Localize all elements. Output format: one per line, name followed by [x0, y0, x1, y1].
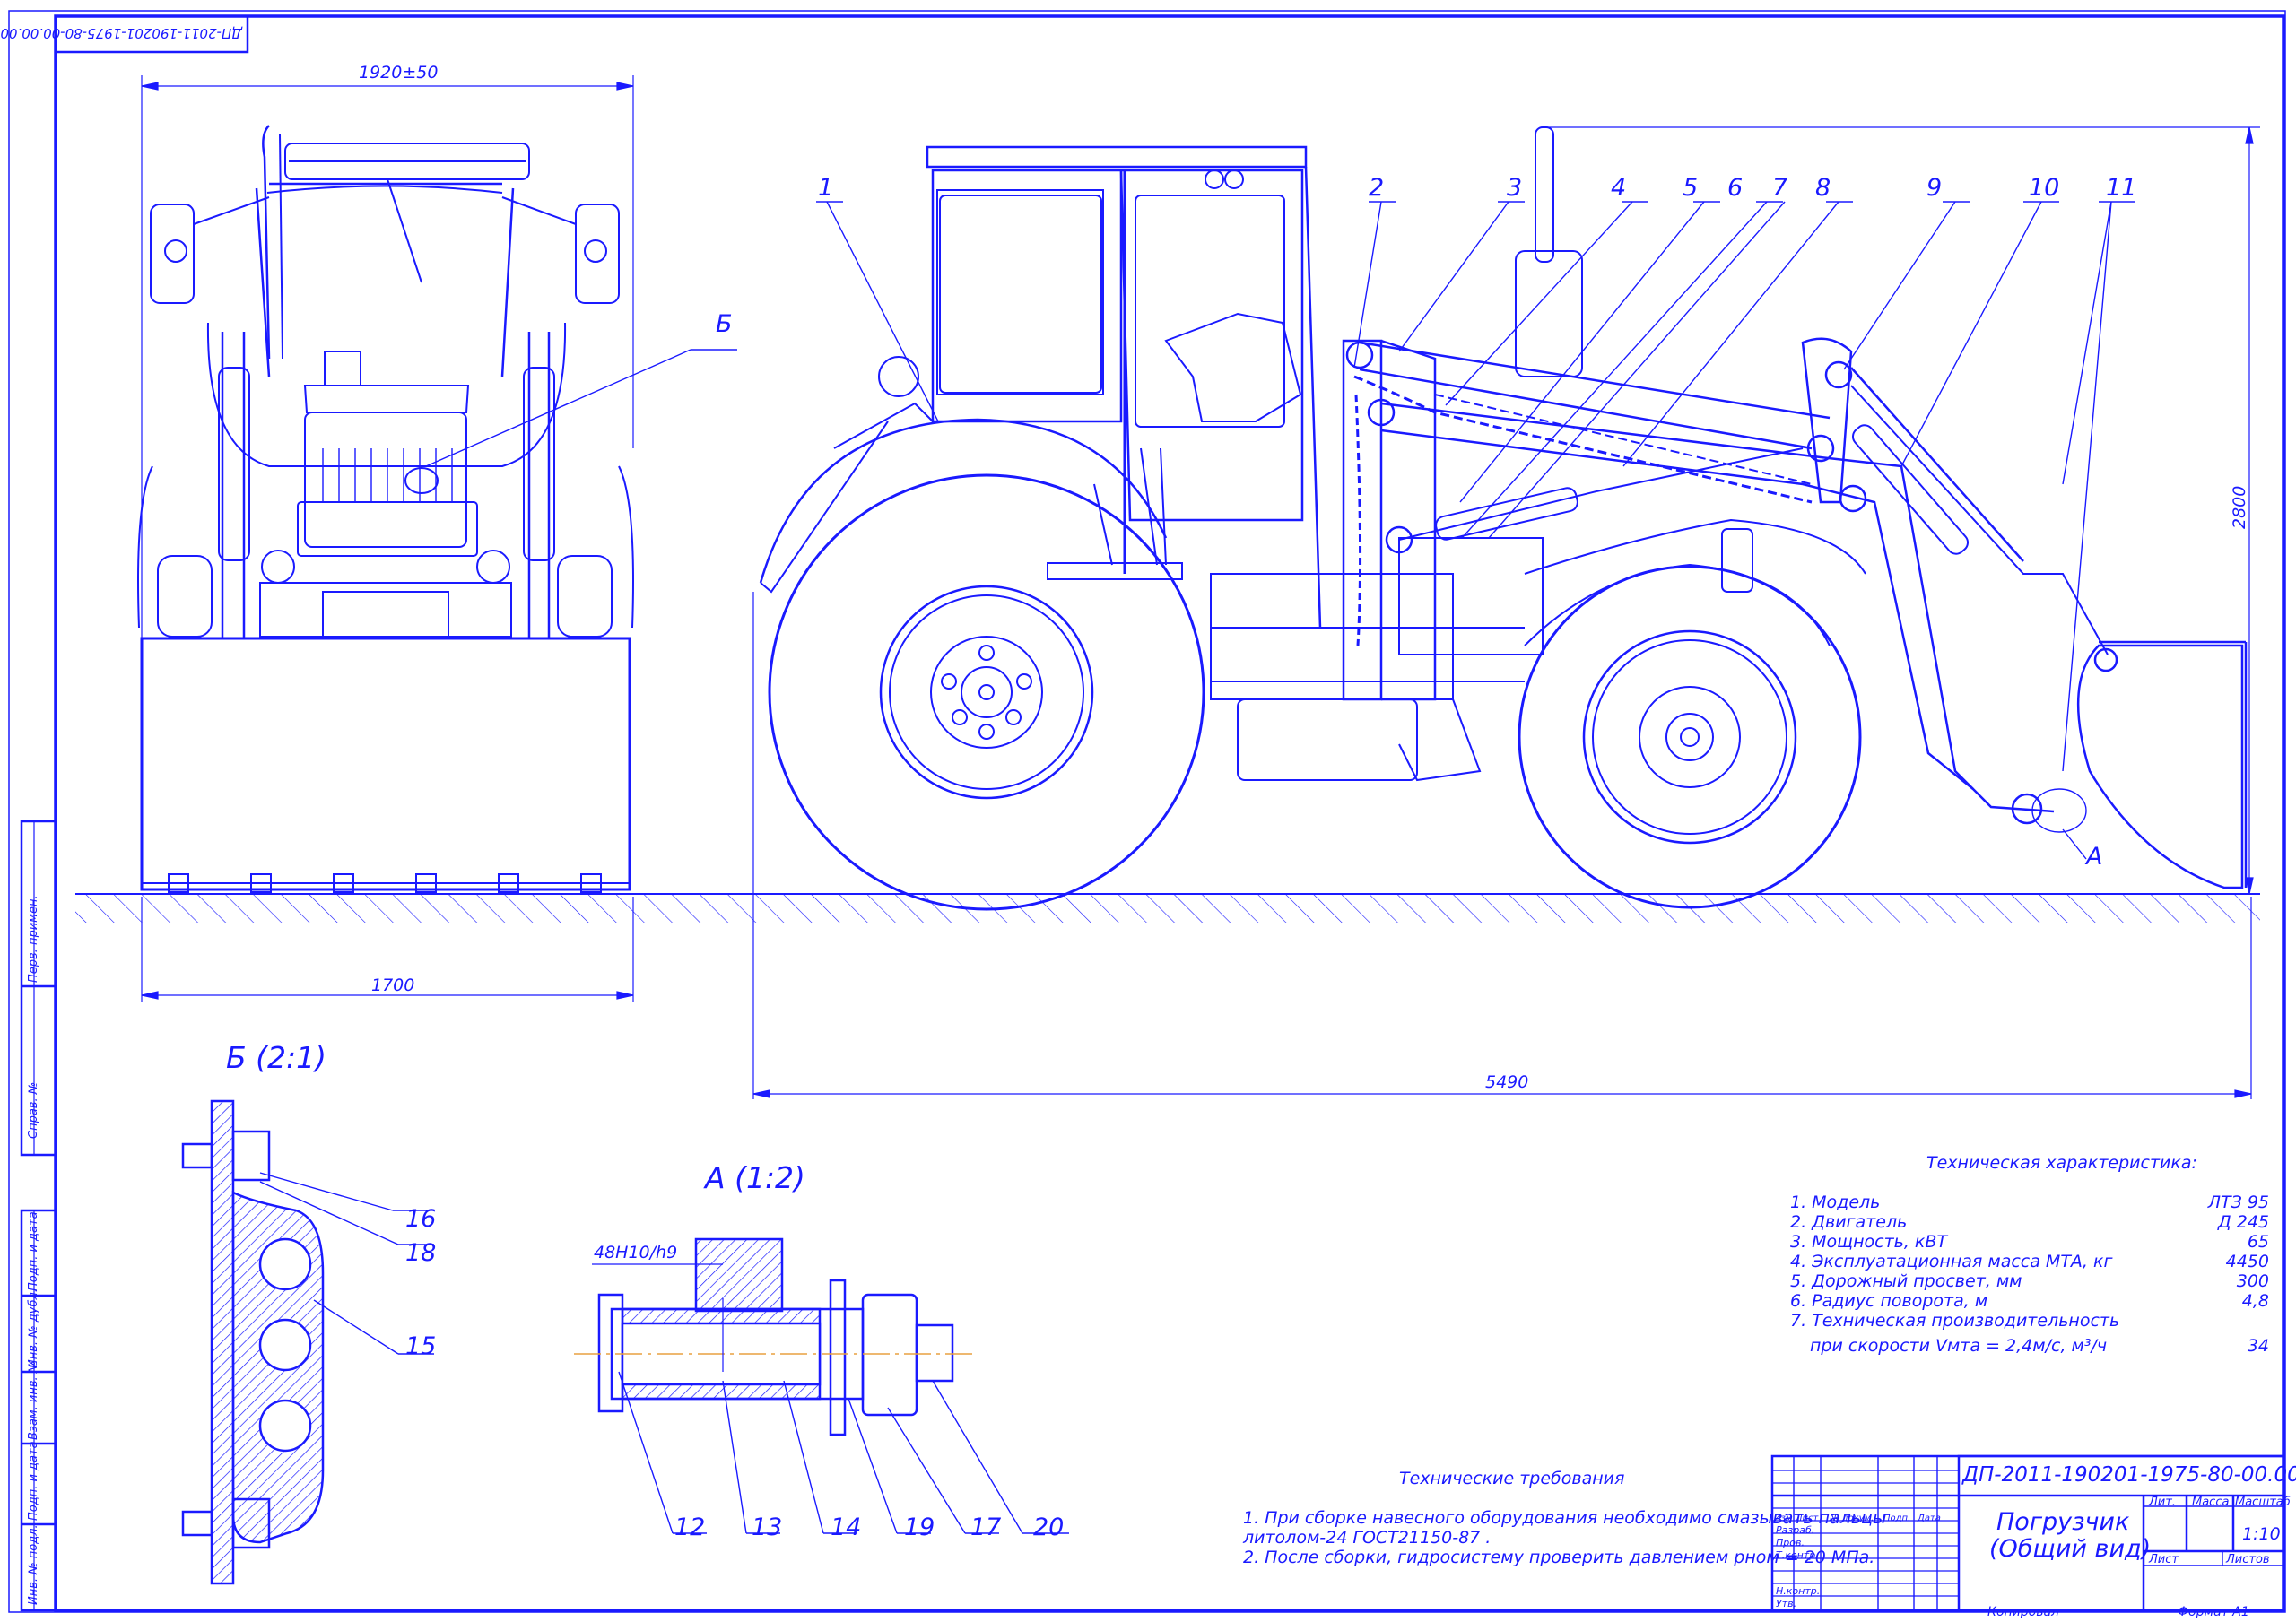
title-name-1: Погрузчик: [1996, 1508, 2130, 1536]
dim-overall-length: 5490: [1485, 1072, 1529, 1092]
tb-role-razrab: Разраб.: [1776, 1524, 1815, 1536]
spec-value: 4450: [2225, 1252, 2269, 1271]
callout-17: 17: [970, 1514, 1002, 1541]
callout-13: 13: [752, 1514, 783, 1541]
callout-15: 15: [405, 1332, 437, 1360]
front-view: [137, 125, 737, 893]
title-scale-value: 1:10: [2242, 1524, 2281, 1544]
detail-a: [574, 1237, 1069, 1534]
tb-header-izm: Изм: [1774, 1514, 1793, 1523]
title-scale-label: Масштаб: [2235, 1496, 2291, 1509]
title-drawing-code: ДП-2011-190201-1975-80-00.00.000 ВО: [1962, 1463, 2296, 1487]
callout-5: 5: [1683, 174, 1699, 202]
dim-front-track: 1700: [371, 976, 415, 995]
drawing-sheet: [8, 10, 2286, 1613]
spec-value: 34: [2247, 1336, 2269, 1356]
dim-overall-height: 2800: [2230, 485, 2249, 529]
title-sheets-label: Листов: [2226, 1553, 2270, 1566]
callout-3: 3: [1507, 174, 1523, 202]
bucket-side: [2076, 640, 2248, 889]
callout-12: 12: [674, 1514, 706, 1541]
format-label: Формат А1: [2178, 1605, 2249, 1619]
spec-value: 300: [2236, 1271, 2269, 1291]
callout-6: 6: [1727, 174, 1744, 202]
stamp-podp-data-2: Подп. и дата: [27, 1441, 40, 1521]
title-mass-label: Масса: [2192, 1496, 2230, 1509]
tb-role-prov: Пров.: [1776, 1537, 1805, 1548]
copied-label: Копировал: [1987, 1605, 2059, 1619]
detail-b: [181, 1099, 434, 1585]
callout-18: 18: [405, 1239, 437, 1267]
callout-2: 2: [1369, 174, 1385, 202]
side-dims: [752, 126, 2260, 1099]
requirement-line: литолом-24 ГОСТ21150-87 .: [1243, 1528, 1492, 1548]
fit-label: 48H10/h9: [594, 1243, 678, 1262]
spec-label: 3. Мощность, кВТ: [1790, 1232, 1948, 1252]
view-label-b: Б: [716, 310, 733, 338]
spec-value: ЛТЗ 95: [2207, 1193, 2269, 1212]
stamp-inv-dubl: Инв. № дубл.: [27, 1288, 40, 1368]
spec-label: 2. Двигатель: [1790, 1212, 1908, 1232]
spec-label: 6. Радиус поворота, м: [1790, 1291, 1988, 1311]
stamp-perv-primen: Перв. примен.: [27, 895, 40, 983]
ground-line: [75, 893, 2260, 923]
spec-value: 65: [2247, 1232, 2269, 1252]
title-name-2: (Общий вид): [1989, 1535, 2152, 1563]
mirrored-drawing-code: ДП-2011-190201-1975-80-00.00.000 ВО: [0, 25, 242, 41]
rear-wheel: [768, 473, 1205, 911]
callout-1: 1: [818, 174, 834, 202]
callout-16: 16: [405, 1205, 437, 1233]
spec-label: при скорости Vмта = 2,4м/с, м³/ч: [1810, 1336, 2108, 1356]
spec-value: Д 245: [2217, 1212, 2269, 1232]
stamp-inv-podl: Инв. № подл.: [27, 1524, 40, 1605]
spec-label: 4. Эксплуатационная масса МТА, кг: [1790, 1252, 2113, 1271]
loader-boom: [1359, 341, 2055, 825]
stamp-podp-data-1: Подп. и дата: [27, 1211, 40, 1291]
stamp-sprav: Справ. №: [27, 1081, 40, 1139]
callout-11: 11: [2106, 174, 2137, 202]
spec-label: 1. Модель: [1790, 1193, 1881, 1212]
spec-label: 5. Дорожный просвет, мм: [1790, 1271, 2022, 1291]
tb-header-sign: Подп.: [1883, 1514, 1911, 1523]
requirements-title: Технические требования: [1399, 1469, 1625, 1488]
callout-19: 19: [904, 1514, 935, 1541]
callout-8: 8: [1815, 174, 1831, 202]
front-dims: [141, 75, 634, 1002]
detail-b-title: Б (2:1): [226, 1040, 326, 1075]
specs-title: Техническая характеристика:: [1926, 1153, 2197, 1173]
callout-9: 9: [1926, 174, 1943, 202]
side-view: [759, 126, 2248, 911]
bucket-front: [140, 637, 631, 891]
view-label-a: А: [2086, 843, 2103, 871]
callout-7: 7: [1772, 174, 1788, 202]
front-wheel: [1518, 565, 1862, 909]
spec-value: 4,8: [2241, 1291, 2269, 1311]
callout-4: 4: [1611, 174, 1627, 202]
spec-label: 7. Техническая производительность: [1790, 1311, 2120, 1331]
tb-role-utv: Утв.: [1776, 1598, 1797, 1609]
outer-border: [8, 10, 2286, 1613]
tb-header-doc: № докум.: [1830, 1514, 1874, 1523]
callout-20: 20: [1033, 1514, 1065, 1541]
title-lit-label: Лит.: [2149, 1496, 2176, 1509]
title-sheet-label: Лист: [2149, 1553, 2179, 1566]
dim-front-width: 1920±50: [359, 63, 439, 82]
callout-14: 14: [831, 1514, 862, 1541]
tb-header-list: Лист: [1796, 1514, 1819, 1523]
tb-role-tkontr: Т.контр.: [1776, 1549, 1819, 1561]
inner-frame: [54, 14, 2285, 1612]
cab: [926, 145, 1322, 629]
stamp-vzam-inv: Взам. инв. №: [27, 1360, 40, 1440]
detail-a-title: А (1:2): [705, 1160, 805, 1195]
tb-role-nkontr: Н.контр.: [1776, 1585, 1821, 1597]
callout-10: 10: [2029, 174, 2060, 202]
tb-header-date: Дата: [1918, 1514, 1941, 1523]
